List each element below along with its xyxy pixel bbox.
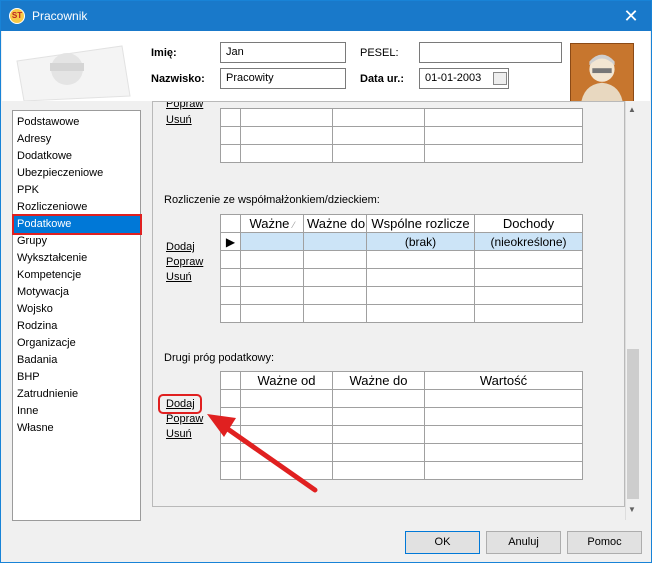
usun-link-spouse[interactable]: Usuń: [166, 271, 192, 283]
table-row[interactable]: [220, 286, 583, 305]
calendar-icon[interactable]: [493, 72, 507, 85]
annotation-highlight: [158, 394, 202, 414]
sidebar-item-rodzina[interactable]: Rodzina: [14, 318, 140, 335]
table-row[interactable]: [220, 144, 583, 163]
table-row[interactable]: [220, 126, 583, 145]
close-icon[interactable]: ✕: [617, 4, 645, 28]
app-logo-icon: ST: [9, 8, 25, 24]
table-row[interactable]: [220, 407, 583, 426]
sidebar-item-inne[interactable]: Inne: [14, 403, 140, 420]
vertical-scrollbar[interactable]: ▲ ▼: [625, 101, 639, 520]
table-row[interactable]: ▶ (brak) (nieokreślone): [220, 232, 583, 251]
sidebar-item-organizacje[interactable]: Organizacje: [14, 335, 140, 352]
table-row[interactable]: [220, 389, 583, 408]
employee-header: Imię: Jan Nazwisko: Pracowity PESEL: Dat…: [2, 31, 650, 107]
pomoc-button[interactable]: Pomoc: [567, 531, 642, 554]
top-grid: [220, 108, 583, 163]
nazwisko-label: Nazwisko:: [151, 73, 205, 85]
employee-avatar: [570, 43, 634, 107]
column-header-wazne-do-2[interactable]: Ważne do: [332, 371, 425, 390]
sidebar-item-podatkowe[interactable]: Podatkowe: [12, 214, 142, 235]
dochody-cell[interactable]: (nieokreślone): [474, 232, 583, 251]
usun-link-threshold[interactable]: Usuń: [166, 428, 192, 440]
popraw-link-spouse[interactable]: Popraw: [166, 256, 203, 268]
sidebar-item-bhp[interactable]: BHP: [14, 369, 140, 386]
sidebar-item-kompetencje[interactable]: Kompetencje: [14, 267, 140, 284]
popraw-link-threshold[interactable]: Popraw: [166, 413, 203, 425]
sidebar-item-ppk[interactable]: PPK: [14, 182, 140, 199]
dodaj-link-spouse[interactable]: Dodaj: [166, 241, 195, 253]
window-title: Pracownik: [32, 9, 88, 23]
scroll-down-icon[interactable]: ▼: [628, 505, 636, 514]
sidebar-item-adresy[interactable]: Adresy: [14, 131, 140, 148]
scrollbar-thumb[interactable]: [627, 349, 639, 499]
column-header-wspolne[interactable]: Wspólne rozlicze: [366, 214, 475, 233]
anuluj-button[interactable]: Anuluj: [486, 531, 561, 554]
column-header-wartosc[interactable]: Wartość: [424, 371, 583, 390]
sidebar-item-motywacja[interactable]: Motywacja: [14, 284, 140, 301]
person-silhouette-icon: [16, 45, 131, 101]
sidebar-item-podstawowe[interactable]: Podstawowe: [14, 114, 140, 131]
employee-window: ST Pracownik ✕ Imię: Jan Nazwisko: Praco…: [0, 0, 652, 563]
title-bar: ST Pracownik ✕: [1, 1, 651, 31]
popraw-link-top[interactable]: Popraw: [166, 102, 203, 110]
threshold-section-title: Drugi próg podatkowy:: [164, 352, 275, 364]
table-row[interactable]: [220, 425, 583, 444]
column-header-dochody[interactable]: Dochody: [474, 214, 583, 233]
category-list: Podstawowe Adresy Dodatkowe Ubezpieczeni…: [12, 110, 142, 521]
column-header-wazne[interactable]: Ważne ⁄: [240, 214, 304, 233]
table-row[interactable]: [220, 268, 583, 287]
threshold-grid: Ważne od Ważne do Wartość: [220, 371, 583, 480]
sidebar-item-dodatkowe[interactable]: Dodatkowe: [14, 148, 140, 165]
table-row[interactable]: [220, 461, 583, 480]
sidebar-item-grupy[interactable]: Grupy: [14, 233, 140, 250]
sidebar-item-wlasne[interactable]: Własne: [14, 420, 140, 437]
pesel-field[interactable]: [419, 42, 562, 63]
data-ur-label: Data ur.:: [360, 73, 405, 85]
sidebar-item-badania[interactable]: Badania: [14, 352, 140, 369]
ok-button[interactable]: OK: [405, 531, 480, 554]
wspolne-cell[interactable]: (brak): [366, 232, 475, 251]
table-row[interactable]: [220, 108, 583, 127]
sidebar-item-rozliczeniowe[interactable]: Rozliczeniowe: [14, 199, 140, 216]
imie-label: Imię:: [151, 47, 177, 59]
tax-details-panel: Popraw Usuń Rozliczenie ze współmałżonki…: [152, 101, 625, 507]
sidebar-item-zatrudnienie[interactable]: Zatrudnienie: [14, 386, 140, 403]
spouse-grid: Ważne ⁄ Ważne do Wspólne rozlicze Dochod…: [220, 214, 583, 323]
table-row[interactable]: [220, 250, 583, 269]
scroll-up-icon[interactable]: ▲: [628, 105, 636, 114]
usun-link-top[interactable]: Usuń: [166, 114, 192, 126]
table-row[interactable]: [220, 304, 583, 323]
sidebar-item-wojsko[interactable]: Wojsko: [14, 301, 140, 318]
spouse-section-title: Rozliczenie ze współmałżonkiem/dzieckiem…: [164, 194, 380, 206]
row-pointer-icon: ▶: [220, 232, 241, 251]
imie-field[interactable]: Jan: [220, 42, 346, 63]
column-header-wazne-od[interactable]: Ważne od: [240, 371, 333, 390]
sidebar-item-ubezpieczeniowe[interactable]: Ubezpieczeniowe: [14, 165, 140, 182]
sidebar-item-wyksztalcenie[interactable]: Wykształcenie: [14, 250, 140, 267]
column-header-wazne-do[interactable]: Ważne do: [303, 214, 367, 233]
pesel-label: PESEL:: [360, 47, 399, 59]
nazwisko-field[interactable]: Pracowity: [220, 68, 346, 89]
table-row[interactable]: [220, 443, 583, 462]
